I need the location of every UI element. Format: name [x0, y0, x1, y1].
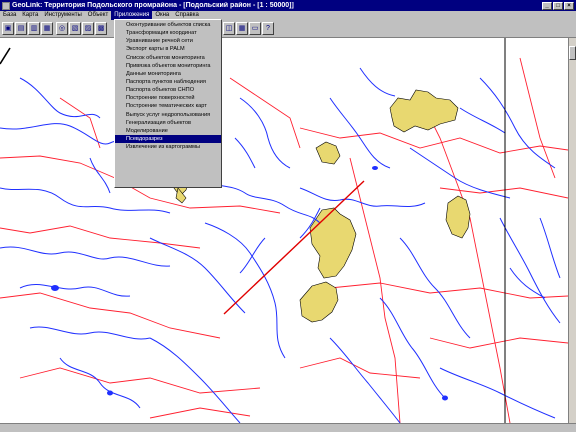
menu-item-monitoring-binding[interactable]: Привязка объектов мониторинга — [115, 62, 221, 70]
menu-item-contouring[interactable]: Оконтуривание объектов списка — [115, 21, 221, 29]
menu-item-monitoring-data[interactable]: Данные мониторинга — [115, 70, 221, 78]
maximize-button[interactable]: □ — [553, 1, 563, 10]
table-icon[interactable]: ▦ — [236, 22, 248, 35]
window-controls: _ □ × — [541, 1, 574, 10]
menu-item-pseudosection[interactable]: Псевдоразрез — [115, 134, 221, 144]
menu-instrumenty[interactable]: Инструменты — [41, 11, 84, 20]
menu-item-monitoring-list[interactable]: Список объектов мониторинга — [115, 54, 221, 62]
map-icon[interactable]: ▧ — [69, 22, 81, 35]
status-bar — [0, 423, 576, 432]
vertical-scrollbar[interactable] — [568, 38, 576, 423]
menu-item-export-palm[interactable]: Экспорт карты в PALM — [115, 45, 221, 53]
menu-item-modeling[interactable]: Моделирование — [115, 127, 221, 135]
edge-marker — [0, 47, 11, 65]
roads-layer — [0, 57, 568, 423]
rivers-layer — [0, 67, 561, 423]
copy-icon[interactable]: ▥ — [28, 22, 40, 35]
layers-icon[interactable]: ▨ — [82, 22, 94, 35]
menu-item-coord-transform[interactable]: Трансформация координат — [115, 29, 221, 37]
print-icon[interactable]: ▭ — [249, 22, 261, 35]
scroll-thumb[interactable] — [569, 46, 576, 60]
menu-obekt[interactable]: Объект — [85, 11, 111, 20]
app-icon — [2, 1, 10, 10]
open-icon[interactable]: ▤ — [15, 22, 27, 35]
menu-item-thematic-maps[interactable]: Построение тематических карт — [115, 102, 221, 110]
minimize-button[interactable]: _ — [542, 1, 552, 10]
search-icon[interactable]: ◎ — [56, 22, 68, 35]
toolbar: ▣ ▤ ▥ ▦ ◎ ▧ ▨ ▩ ◫ ▦ ▭ ? — [0, 20, 576, 38]
close-button[interactable]: × — [564, 1, 574, 10]
window-title: GeoLink: Территория Подольского промрайо… — [12, 2, 294, 9]
menu-item-snpo-passports[interactable]: Паспорта объектов СНПО — [115, 86, 221, 94]
paste-icon[interactable]: ▦ — [41, 22, 53, 35]
menu-item-cartogram-extract[interactable]: Извлечение из картограммы — [115, 143, 221, 151]
menu-item-surfaces[interactable]: Построение поверхностей — [115, 94, 221, 102]
zoom-icon[interactable]: ◫ — [223, 22, 235, 35]
menu-bar: База Карта Инструменты Объект Приложения… — [0, 11, 576, 20]
image-icon[interactable]: ▩ — [95, 22, 107, 35]
menu-karta[interactable]: Карта — [19, 11, 41, 20]
prilozheniya-dropdown: Оконтуривание объектов списка Трансформа… — [114, 19, 222, 188]
menu-item-river-network[interactable]: Уравнивание речной сети — [115, 37, 221, 45]
save-icon[interactable]: ▣ — [2, 22, 14, 35]
menu-item-observation-passports[interactable]: Паспорта пунктов наблюдения — [115, 78, 221, 86]
menu-item-generalization[interactable]: Генерализация объектов — [115, 119, 221, 127]
lakes-layer — [51, 166, 448, 401]
menu-item-subsoil-services[interactable]: Выпуск услуг недропользования — [115, 111, 221, 119]
map-canvas[interactable] — [0, 38, 568, 423]
title-bar: GeoLink: Территория Подольского промрайо… — [0, 0, 576, 11]
help-icon[interactable]: ? — [262, 22, 274, 35]
menu-baza[interactable]: База — [0, 11, 19, 20]
map-view[interactable] — [0, 38, 568, 423]
